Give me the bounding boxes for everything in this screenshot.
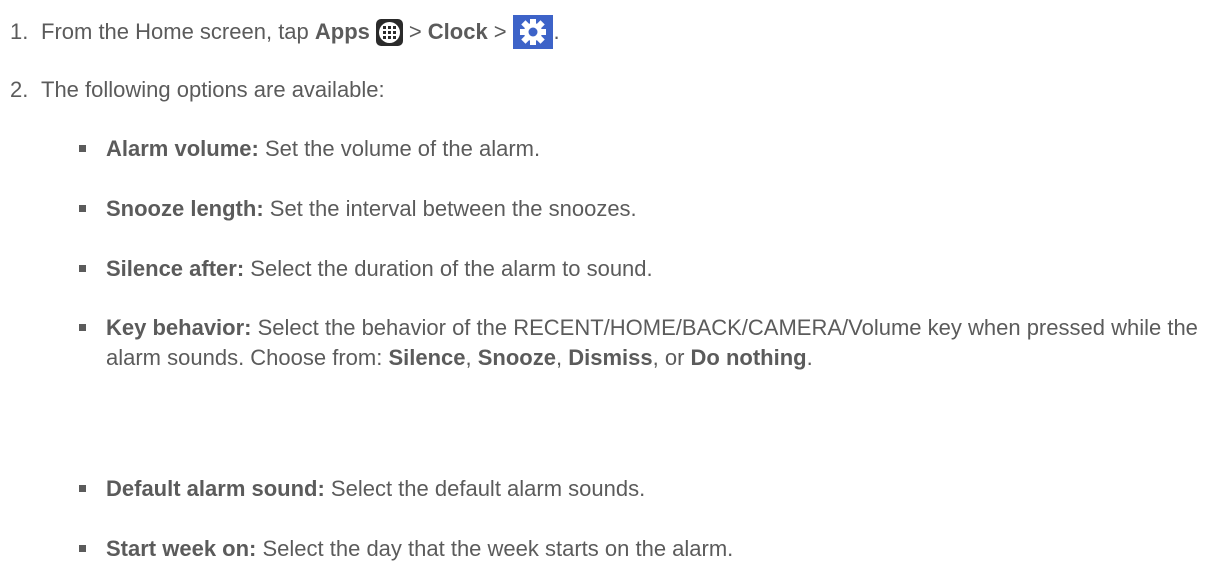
step-number: 1. — [10, 19, 29, 44]
choice-separator: , or — [652, 345, 691, 370]
choice-snooze: Snooze — [477, 345, 556, 370]
separator: > — [408, 19, 422, 44]
list-item: Default alarm sound: Select the default … — [79, 474, 1219, 504]
bullet-square-icon — [79, 265, 86, 272]
bullet-square-icon — [79, 545, 86, 552]
separator: > — [493, 19, 507, 44]
option-description: Set the interval between the snoozes. — [263, 196, 637, 221]
choice-separator: , — [465, 345, 478, 370]
option-label: Key behavior: — [106, 315, 252, 340]
period: . — [806, 345, 813, 370]
bullet-square-icon — [79, 324, 86, 331]
list-item: Start week on: Select the day that the w… — [79, 534, 1219, 564]
bullet-square-icon — [79, 145, 86, 152]
choice-dismiss: Dismiss — [568, 345, 653, 370]
choice-separator: , — [555, 345, 569, 370]
option-label: Silence after: — [106, 256, 245, 281]
apps-label: Apps — [314, 19, 370, 44]
clock-label: Clock — [427, 19, 488, 44]
step-2: 2. The following options are available: — [10, 75, 385, 105]
list-item: Silence after: Select the duration of th… — [79, 254, 1219, 284]
list-item: Key behavior: Select the behavior of the… — [79, 313, 1219, 373]
option-label: Snooze length: — [106, 196, 264, 221]
option-label: Alarm volume: — [106, 136, 259, 161]
choice-do-nothing: Do nothing — [690, 345, 807, 370]
step-number: 2. — [10, 77, 29, 102]
option-description: Select the day that the week starts on t… — [256, 536, 734, 561]
step-text: The following options are available: — [41, 77, 385, 102]
period: . — [553, 19, 560, 44]
option-label: Default alarm sound: — [106, 476, 325, 501]
choice-silence: Silence — [388, 345, 466, 370]
gear-icon — [512, 15, 553, 49]
option-description: Select the duration of the alarm to soun… — [244, 256, 653, 281]
list-item: Alarm volume: Set the volume of the alar… — [79, 134, 1219, 164]
option-label: Start week on: — [106, 536, 257, 561]
apps-grid-icon — [375, 18, 403, 46]
step-text: From the Home screen, tap — [41, 19, 309, 44]
list-item: Snooze length: Set the interval between … — [79, 194, 1219, 224]
option-description: Select the default alarm sounds. — [324, 476, 646, 501]
option-description: Set the volume of the alarm. — [258, 136, 541, 161]
step-1: 1. From the Home screen, tap Apps > Clock… — [10, 15, 560, 49]
bullet-square-icon — [79, 485, 86, 492]
bullet-square-icon — [79, 205, 86, 212]
